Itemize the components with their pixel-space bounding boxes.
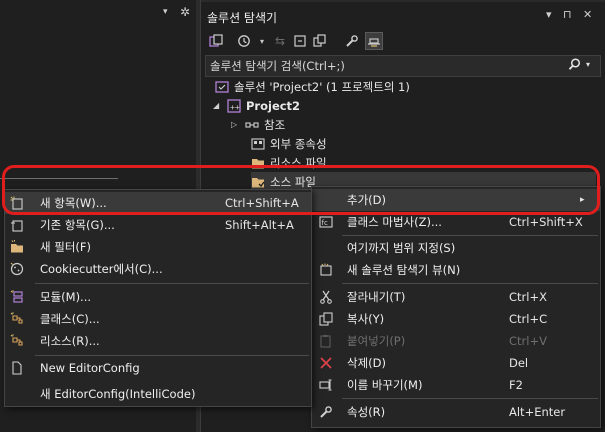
- pin-icon[interactable]: ⊓: [563, 8, 572, 21]
- menu-item-properties[interactable]: 속성(R) Alt+Enter: [312, 401, 600, 423]
- close-icon[interactable]: ✕: [583, 8, 592, 21]
- tree-item-solution[interactable]: 솔루션 'Project2' (1 프로젝트의 1): [215, 77, 410, 96]
- cut-icon: [318, 289, 334, 305]
- sync-icon[interactable]: ⇆: [271, 32, 289, 50]
- search-icon[interactable]: [568, 58, 581, 74]
- tree-item-resource-files[interactable]: 리소스 파일: [251, 153, 327, 172]
- menu-item-class[interactable]: 클래스(C)...: [5, 308, 311, 330]
- menu-item-delete[interactable]: 삭제(D) Del: [312, 352, 600, 374]
- dropdown-icon[interactable]: ▾: [163, 7, 168, 17]
- menu-item-new-editorconfig[interactable]: New EditorConfig: [5, 357, 311, 379]
- tree-item-external-dependencies[interactable]: 외부 종속성: [251, 134, 327, 153]
- copy-icon: [318, 311, 334, 327]
- search-input[interactable]: [206, 56, 566, 76]
- menu-item-cut[interactable]: 잘라내기(T) Ctrl+X: [312, 286, 600, 308]
- references-icon: [245, 118, 259, 132]
- menu-item-copy[interactable]: 복사(Y) Ctrl+C: [312, 308, 600, 330]
- panel-toolbar: ▾ ⇆: [201, 28, 605, 54]
- collapsed-arrow-icon[interactable]: ▷: [231, 120, 239, 129]
- context-menu: 추가(D) ▸ fc 클래스 마법사(Z)... Ctrl+Shift+X 여기…: [311, 186, 601, 428]
- divider: [0, 178, 118, 179]
- new-item-icon: [9, 195, 25, 211]
- search-options-dropdown-icon[interactable]: ▾: [586, 60, 590, 69]
- menu-item-cookiecutter[interactable]: Cookiecutter에서(C)...: [5, 258, 311, 280]
- preview-selected-items-icon[interactable]: [365, 32, 383, 50]
- tree-item-label: 외부 종속성: [270, 136, 327, 151]
- tree-item-label: 리소스 파일: [270, 155, 327, 170]
- delete-icon: [318, 355, 334, 371]
- menu-item-rename[interactable]: 이름 바꾸기(M) F2: [312, 374, 600, 396]
- panel-title-bar: 솔루션 탐색기 ▾ ⊓ ✕: [201, 0, 605, 28]
- tree-item-label: 참조: [264, 117, 286, 132]
- class-wizard-icon: fc: [318, 214, 334, 230]
- menu-item-module[interactable]: 모듈(M)...: [5, 286, 311, 308]
- tree-item-label: 솔루션 'Project2' (1 프로젝트의 1): [234, 79, 410, 94]
- menu-separator: [35, 355, 309, 356]
- tree-item-project[interactable]: ◢ ++ Project2: [213, 96, 300, 115]
- menu-item-paste[interactable]: 붙여넣기(P) Ctrl+V: [312, 330, 600, 352]
- submenu-arrow-icon: ▸: [580, 195, 585, 205]
- folder-icon: [251, 156, 265, 170]
- folder-icon: [251, 175, 265, 189]
- tree-item-label: Project2: [246, 98, 301, 113]
- rename-icon: [318, 377, 334, 393]
- paste-icon: [318, 333, 334, 349]
- panel-title: 솔루션 탐색기: [207, 11, 278, 25]
- file-icon: [9, 360, 25, 376]
- menu-separator: [342, 398, 598, 399]
- menu-item-existing-item[interactable]: 기존 항목(G)... Shift+Alt+A: [5, 214, 311, 236]
- external-dependencies-icon: [251, 137, 265, 151]
- show-all-files-icon[interactable]: [311, 32, 329, 50]
- class-icon: [9, 311, 25, 327]
- editor-toolbar: ▾ ✲: [0, 0, 198, 28]
- switch-views-icon[interactable]: [207, 32, 225, 50]
- menu-item-add[interactable]: 추가(D) ▸: [312, 189, 600, 211]
- menu-item-new-solution-explorer-view[interactable]: 새 솔루션 탐색기 뷰(N): [312, 259, 600, 281]
- solution-search-box: ▾: [205, 55, 601, 77]
- collapse-all-icon[interactable]: [291, 32, 309, 50]
- menu-separator: [35, 283, 309, 284]
- existing-item-icon: [9, 217, 25, 233]
- cookiecutter-icon: [9, 261, 25, 277]
- module-icon: [9, 289, 25, 305]
- tree-item-label: 소스 파일: [270, 174, 316, 189]
- wrench-icon: [318, 404, 334, 420]
- menu-item-new-item[interactable]: 새 항목(W)... Ctrl+Shift+A: [5, 192, 311, 214]
- menu-item-class-wizard[interactable]: fc 클래스 마법사(Z)... Ctrl+Shift+X: [312, 211, 600, 233]
- history-icon[interactable]: [235, 32, 253, 50]
- menu-item-new-filter[interactable]: 새 필터(F): [5, 236, 311, 258]
- new-folder-icon: [9, 239, 25, 255]
- solution-icon: [215, 80, 229, 94]
- gear-icon[interactable]: ✲: [180, 5, 190, 19]
- expanded-arrow-icon[interactable]: ◢: [213, 101, 221, 110]
- menu-separator: [342, 283, 598, 284]
- new-view-icon: [318, 262, 334, 278]
- menu-item-new-editorconfig-intellicode[interactable]: 새 EditorConfig(IntelliCode): [5, 383, 311, 405]
- tree-item-references[interactable]: ▷ 참조: [231, 115, 285, 134]
- menu-separator: [342, 235, 598, 236]
- window-position-dropdown-icon[interactable]: ▾: [546, 8, 552, 21]
- resource-icon: [9, 333, 25, 349]
- chevron-down-icon[interactable]: ▾: [253, 32, 271, 50]
- svg-text:fc: fc: [322, 219, 328, 227]
- svg-text:++: ++: [230, 103, 240, 112]
- properties-wrench-icon[interactable]: [343, 32, 361, 50]
- menu-item-resource[interactable]: 리소스(R)...: [5, 330, 311, 352]
- menu-item-scope-to-this[interactable]: 여기까지 범위 지정(S): [312, 237, 600, 259]
- project-icon: ++: [227, 98, 241, 113]
- add-submenu: 새 항목(W)... Ctrl+Shift+A 기존 항목(G)... Shif…: [4, 189, 312, 407]
